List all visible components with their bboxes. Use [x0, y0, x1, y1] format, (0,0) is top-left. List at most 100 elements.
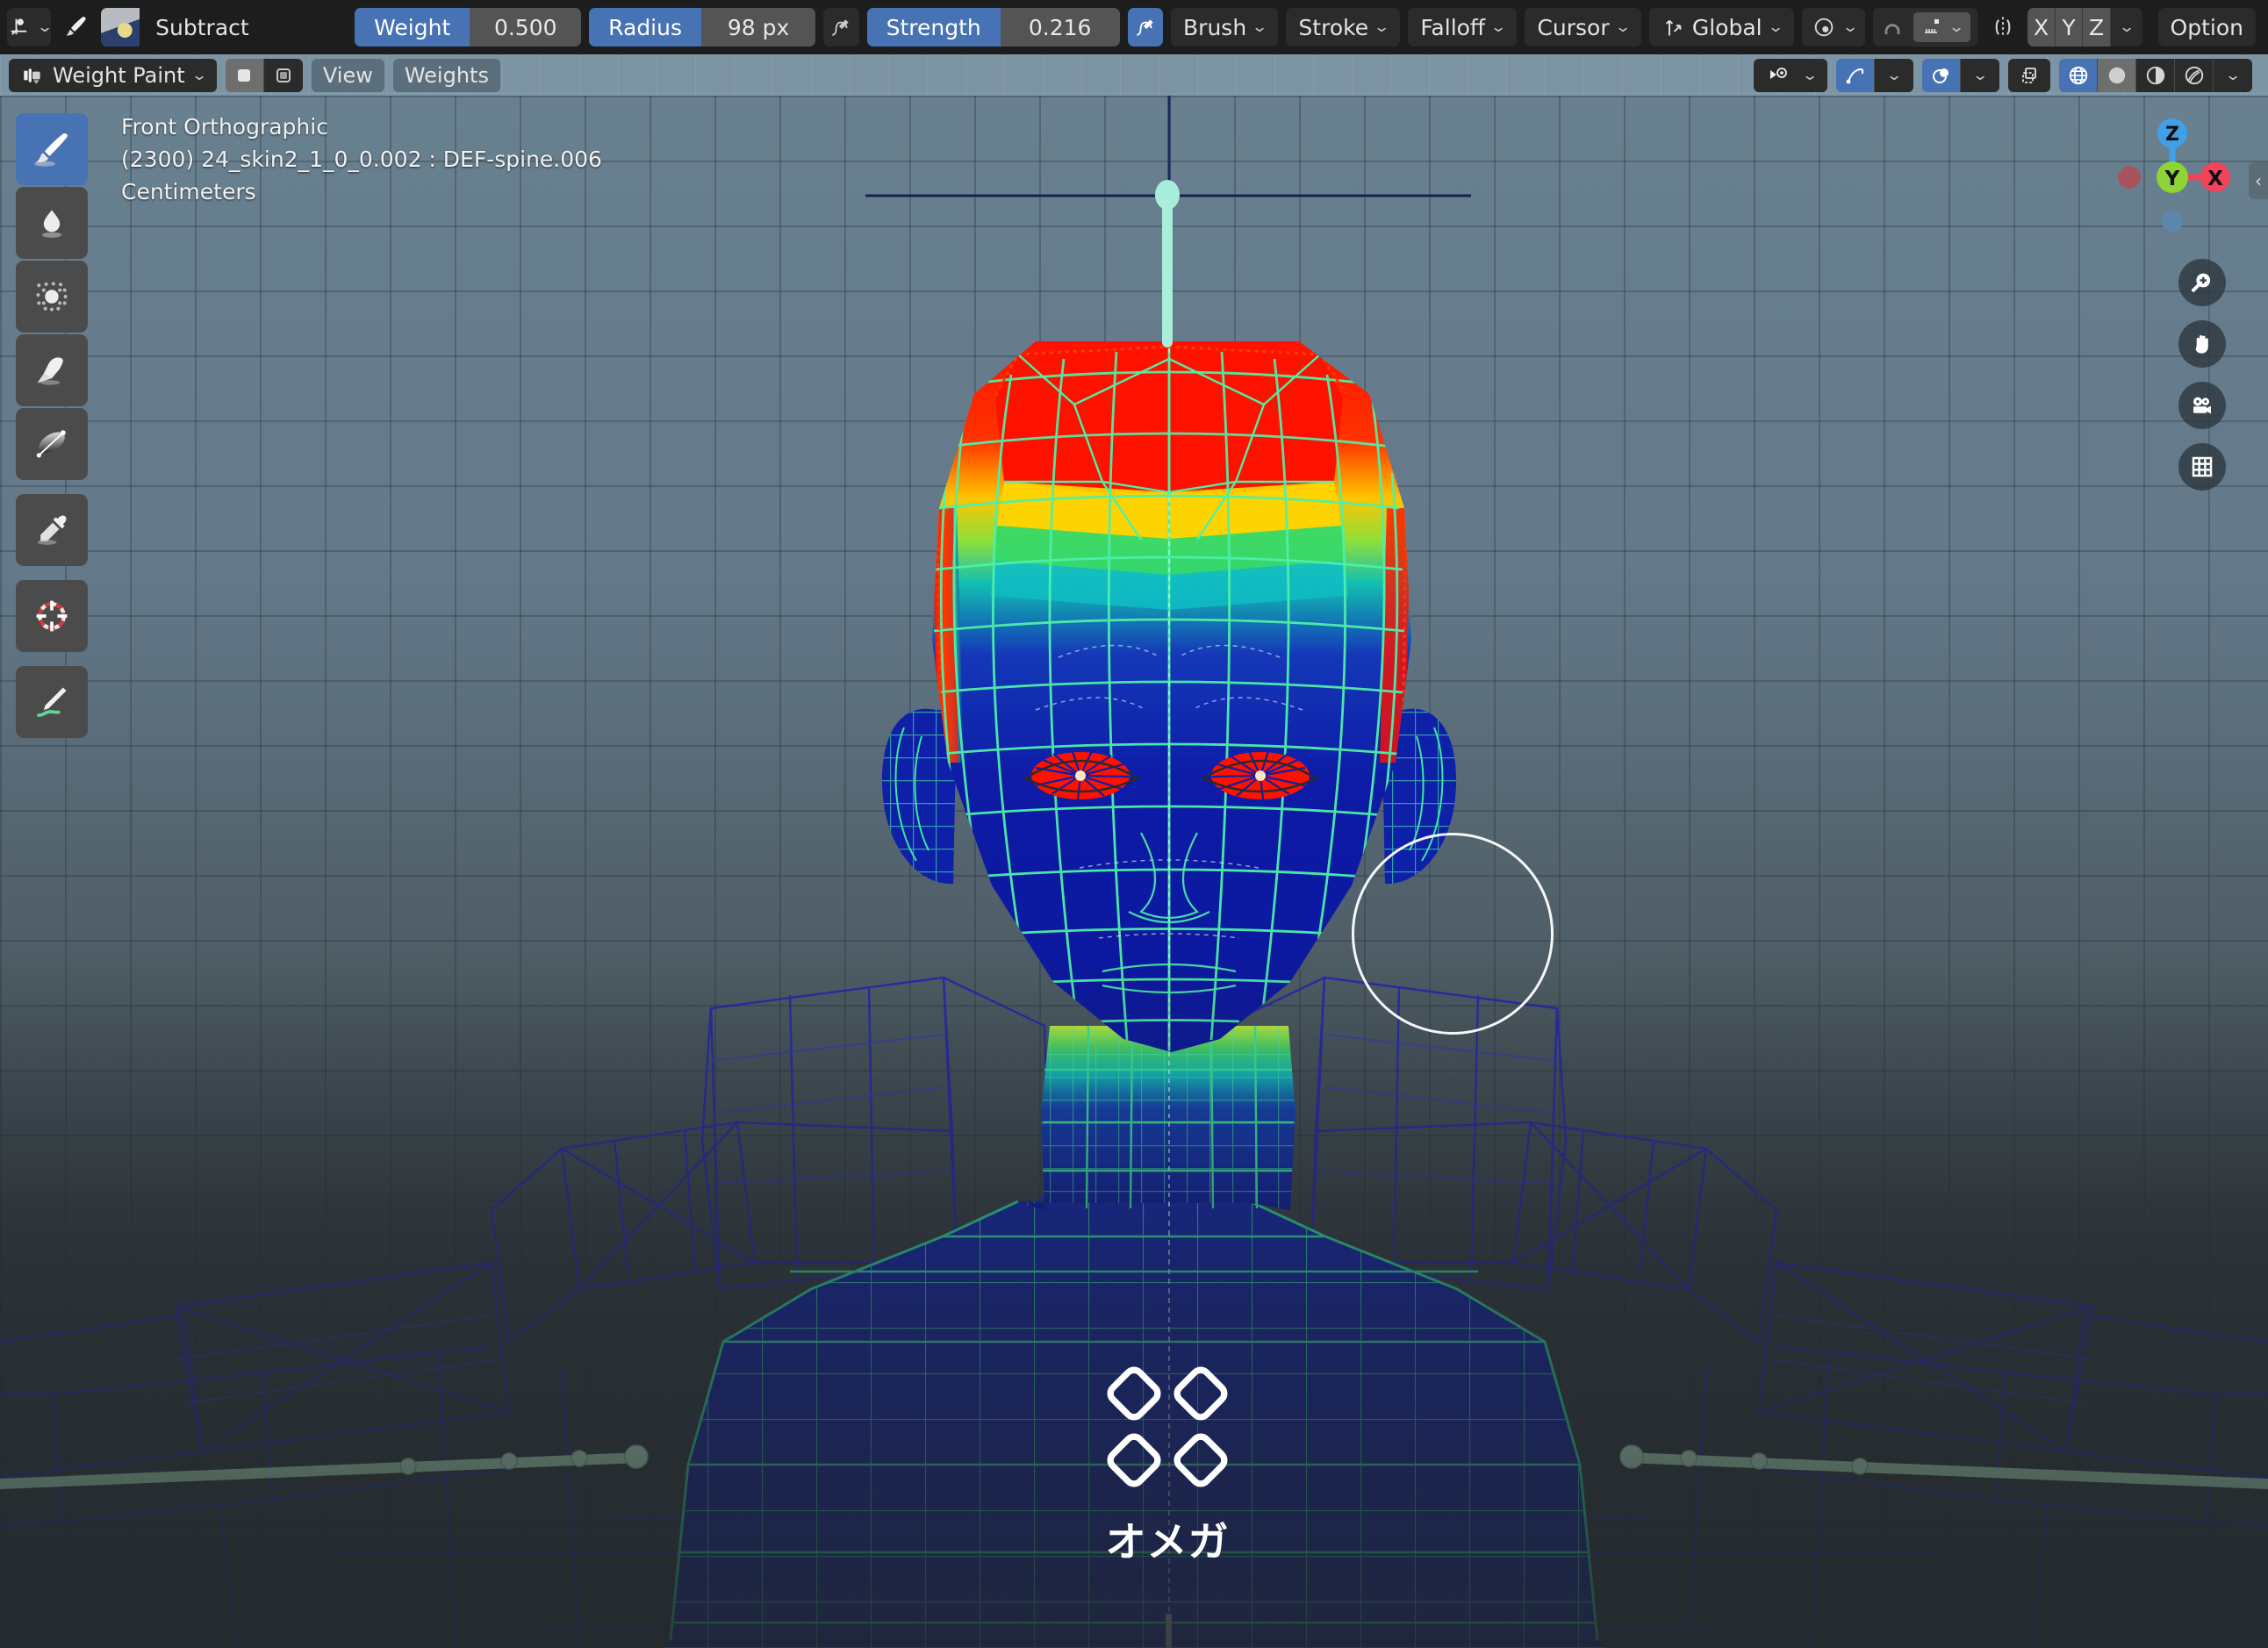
pencil-annotate-icon	[36, 687, 67, 717]
visibility-selectability-button[interactable]: ⌄	[1753, 58, 1827, 92]
chevron-down-icon: ⌄	[1489, 18, 1507, 36]
crosshair-icon	[36, 600, 68, 632]
cursor-menu[interactable]: Cursor ⌄	[1525, 8, 1641, 47]
stroke-menu[interactable]: Stroke ⌄	[1286, 8, 1401, 47]
toggle-ortho-perspective-button[interactable]	[2178, 443, 2226, 491]
object-linked-copy-button[interactable]	[263, 58, 303, 92]
weight-slider-value: 0.500	[493, 14, 557, 40]
symmetry-axis-x[interactable]: X	[2028, 8, 2056, 47]
object-info-label: (2300) 24_skin2_1_0_0.002 : DEF-spine.00…	[121, 146, 602, 172]
strength-pressure-toggle[interactable]	[1127, 8, 1164, 47]
gizmo-y-label: Y	[2164, 168, 2180, 190]
camera-view-button[interactable]	[2178, 382, 2226, 429]
radius-pressure-toggle[interactable]	[823, 8, 859, 47]
brush-menu[interactable]: Brush ⌄	[1171, 8, 1279, 47]
radius-slider[interactable]: Radius 98 px	[589, 8, 816, 47]
symmetry-toggle[interactable]	[1985, 8, 2020, 47]
navigation-gizmo[interactable]: Z Y X	[2107, 111, 2238, 243]
shading-rendered-button[interactable]	[2175, 58, 2214, 92]
magnifier-plus-icon	[2192, 273, 2211, 292]
smear-hand-icon	[37, 357, 63, 385]
object-copy-button[interactable]	[225, 58, 264, 92]
hexagon-icon	[1102, 1362, 1166, 1425]
shading-mode-group[interactable]: ⌄	[2059, 58, 2252, 92]
gizmo-group[interactable]: ⌄	[1836, 58, 1913, 92]
symmetry-axis-z[interactable]: Z	[2083, 8, 2111, 47]
falloff-menu-label: Falloff	[1420, 14, 1486, 40]
shading-wireframe-button[interactable]	[2059, 58, 2098, 92]
xray-toggle-button[interactable]	[2008, 58, 2050, 92]
blur-tool[interactable]	[16, 187, 88, 259]
weight-slider-label: Weight	[355, 8, 470, 47]
sample-weight-tool[interactable]	[16, 494, 88, 566]
snap-group[interactable]: ⌄	[1873, 8, 1978, 47]
cursor-tool[interactable]	[16, 580, 88, 652]
shading-solid-button[interactable]	[2098, 58, 2136, 92]
active-brush-icon-button[interactable]	[59, 8, 93, 47]
strength-slider[interactable]: Strength 0.216	[866, 8, 1120, 47]
average-tool[interactable]	[16, 261, 88, 333]
logo-hex-row-top	[1102, 1362, 1233, 1425]
pan-button[interactable]	[2178, 320, 2226, 368]
paintbrush-icon	[34, 133, 68, 167]
show-overlays-button[interactable]	[1922, 58, 1961, 92]
shading-solid-icon	[2108, 67, 2125, 83]
orientation-axis-icon	[1665, 19, 1682, 35]
gradient-tool[interactable]	[16, 408, 88, 480]
weight-slider[interactable]: Weight 0.500	[355, 8, 582, 47]
gizmo-neg-z[interactable]	[2162, 211, 2183, 232]
gizmo-neg-x[interactable]	[2118, 166, 2141, 189]
pressure-radius-icon	[832, 19, 850, 36]
show-gizmo-button[interactable]	[1836, 58, 1875, 92]
annotate-tool[interactable]	[16, 666, 88, 738]
transform-pivot-button[interactable]: ⌄	[7, 8, 54, 47]
3d-viewport[interactable]: Front Orthographic (2300) 24_skin2_1_0_0…	[0, 96, 2268, 1648]
chevron-down-icon: ⌄	[1251, 18, 1268, 36]
symmetry-axis-group[interactable]: X Y Z ⌄	[2028, 8, 2142, 47]
object-selection-modes[interactable]	[225, 58, 303, 92]
mode-selector[interactable]: Weight Paint ⌄	[9, 58, 217, 92]
transform-orientation-menu[interactable]: Global ⌄	[1648, 8, 1794, 47]
brush-cursor-circle	[1352, 833, 1554, 1035]
falloff-menu[interactable]: Falloff ⌄	[1408, 8, 1518, 47]
orientation-label: Global	[1691, 14, 1762, 40]
shading-material-button[interactable]	[2136, 58, 2175, 92]
shading-dropdown[interactable]: ⌄	[2214, 58, 2252, 92]
brush-menu-label: Brush	[1183, 14, 1247, 40]
gizmo-dropdown[interactable]: ⌄	[1875, 58, 1913, 92]
pivot-point-menu[interactable]: ⌄	[1801, 8, 1866, 47]
logo-hex-row-bottom	[1102, 1429, 1233, 1492]
shading-rendered-icon	[2185, 66, 2203, 84]
chevron-down-icon: ⌄	[1767, 18, 1784, 36]
sidebar-toggle-tab[interactable]: ‹	[2249, 162, 2268, 199]
chevron-down-icon: ⌄	[1614, 18, 1632, 36]
smear-tool[interactable]	[16, 334, 88, 406]
viewport-navigation-buttons[interactable]	[2178, 259, 2226, 491]
radius-slider-label: Radius	[589, 8, 701, 47]
chevron-down-icon: ⌄	[1841, 18, 1859, 36]
object-copy-icon	[238, 68, 251, 82]
options-menu[interactable]: Option	[2157, 8, 2256, 47]
overlays-dropdown[interactable]: ⌄	[1961, 58, 1999, 92]
chevron-down-icon: ⌄	[190, 66, 208, 84]
viewport-toolbar[interactable]	[16, 113, 88, 738]
viewport-info-overlay: Front Orthographic (2300) 24_skin2_1_0_0…	[121, 111, 602, 208]
gizmo-x-label: X	[2207, 168, 2223, 190]
symmetry-axis-y[interactable]: Y	[2055, 8, 2084, 47]
overlays-group[interactable]: ⌄	[1922, 58, 1999, 92]
visibility-eye-icon	[1769, 67, 1787, 79]
draw-brush-tool[interactable]	[16, 113, 88, 185]
snap-increment-icon	[1925, 19, 1940, 33]
chevron-down-icon: ⌄	[36, 18, 54, 36]
zoom-button[interactable]	[2178, 259, 2226, 306]
eyedropper-icon	[37, 515, 67, 545]
pivot-point-icon	[1814, 18, 1834, 37]
view-name-label: Front Orthographic	[121, 114, 328, 140]
view-menu[interactable]: View	[311, 58, 384, 92]
weights-menu[interactable]: Weights	[392, 58, 500, 92]
shading-material-icon	[2146, 66, 2164, 84]
average-dots-icon	[36, 282, 68, 312]
brush-datablock-field[interactable]: Subtract	[101, 8, 348, 47]
symmetry-dropdown[interactable]: ⌄	[2110, 8, 2142, 47]
hand-icon	[2195, 335, 2208, 354]
